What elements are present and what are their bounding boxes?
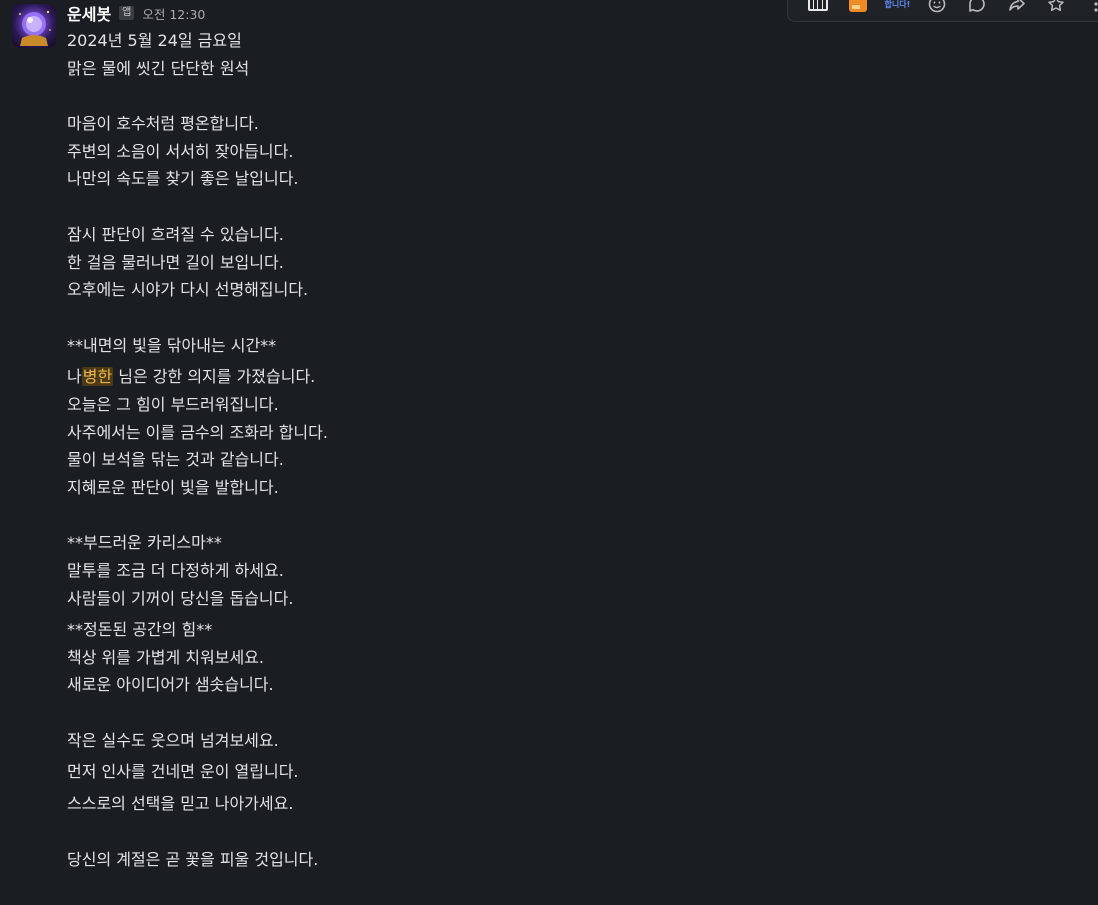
message-line: 물이 보석을 닦는 것과 같습니다. <box>67 450 284 470</box>
message-line: 지혜로운 판단이 빛을 발합니다. <box>67 477 279 497</box>
app-badge: 앱 <box>119 6 135 20</box>
message-timestamp[interactable]: 오전 12:30 <box>142 4 205 23</box>
message-body: 2024년 5월 24일 금요일 맑은 물에 씻긴 단단한 원석 마음이 호수처… <box>67 27 767 873</box>
section-heading: **정돈된 공간의 힘** <box>67 620 213 640</box>
sender-name[interactable]: 운세봇 <box>67 1 111 25</box>
message-actions-toolbar: 합니다! <box>787 0 1098 22</box>
slack-message-view: 합니다! 운세봇 앱 오전 12:30 2024년 5월 24일 금요일 맑은 … <box>0 0 1098 905</box>
message-line: 마음이 호수처럼 평온합니다. <box>67 114 259 134</box>
message-line: 스스로의 선택을 믿고 나아가세요. <box>67 794 294 814</box>
section-heading: **부드러운 카리스마** <box>67 533 222 553</box>
message-line: 주변의 소음이 서서히 잦아듭니다. <box>67 141 294 161</box>
message-line: 새로운 아이디어가 샘솟습니다. <box>67 675 274 695</box>
message-line: 오후에는 시야가 다시 선명해집니다. <box>67 280 309 300</box>
message-line: 한 걸음 물러나면 길이 보입니다. <box>67 252 284 272</box>
message-line: 사주에서는 이를 금수의 조화라 합니다. <box>67 422 328 442</box>
message-line: 말투를 조금 더 다정하게 하세요. <box>67 560 284 580</box>
message-line: 2024년 5월 24일 금요일 <box>67 31 242 50</box>
section-heading: **내면의 빛을 닦아내는 시간** <box>67 335 277 355</box>
text-emoji-icon[interactable]: 합니다! <box>878 0 918 22</box>
bookmark-icon[interactable] <box>1037 0 1077 22</box>
message-header: 운세봇 앱 오전 12:30 <box>67 2 205 24</box>
user-mention[interactable]: 병한 <box>81 367 114 387</box>
message-line: 책상 위를 가볍게 치워보세요. <box>67 647 264 667</box>
text-emoji-label: 합니다! <box>884 0 911 9</box>
reply-thread-icon[interactable] <box>957 0 997 22</box>
crystal-ball-icon <box>19 10 51 46</box>
message-line: 당신의 계절은 곧 꽃을 피울 것입니다. <box>67 849 319 869</box>
mention-suffix: 님은 강한 의지를 가졌습니다. <box>113 367 316 387</box>
share-icon[interactable] <box>997 0 1037 22</box>
mention-prefix: 나 <box>67 367 82 387</box>
add-reaction-icon[interactable] <box>917 0 957 22</box>
orange-emoji-icon[interactable] <box>838 0 878 22</box>
bot-avatar[interactable] <box>12 4 56 48</box>
message-line: 나만의 속도를 찾기 좋은 날입니다. <box>67 169 299 189</box>
more-actions-icon[interactable] <box>1076 0 1098 22</box>
message-line: 작은 실수도 웃으며 넘겨보세요. <box>67 730 279 750</box>
message-line: 먼저 인사를 건네면 운이 열립니다. <box>67 762 299 782</box>
message-line: 맑은 물에 씻긴 단단한 원석 <box>67 58 250 78</box>
message-line: 사람들이 기꺼이 당신을 돕습니다. <box>67 588 294 608</box>
message-line: 오늘은 그 힘이 부드러워집니다. <box>67 394 279 414</box>
message-line-with-mention: 나병한 님은 강한 의지를 가졌습니다. <box>67 363 767 391</box>
message-line: 잠시 판단이 흐려질 수 있습니다. <box>67 224 284 244</box>
keyboard-emoji-icon[interactable] <box>798 0 838 22</box>
